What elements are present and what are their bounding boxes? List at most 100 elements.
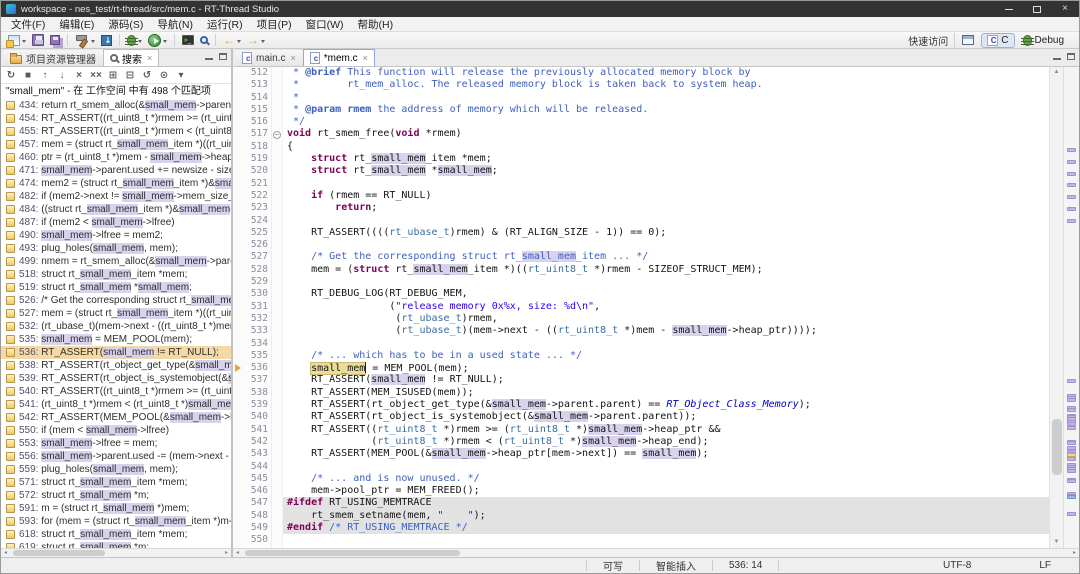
search-result-row[interactable]: 539: RT_ASSERT(rt_object_is_systemobject… (1, 372, 231, 385)
c-perspective-button[interactable]: C (981, 33, 1014, 48)
navigate-back-button[interactable]: ← (221, 32, 243, 48)
rerun-search-icon[interactable]: ↻ (3, 70, 19, 81)
occurrence-marker[interactable] (1067, 379, 1076, 383)
code-line[interactable]: RT_ASSERT(rt_object_get_type(&small_mem-… (283, 399, 1049, 411)
pin-view-icon[interactable]: ⊙ (156, 70, 172, 81)
close-tab-icon[interactable] (289, 53, 295, 64)
search-button[interactable] (198, 32, 210, 48)
code-line[interactable]: struct rt_small_mem_item *mem; (283, 153, 1049, 165)
occurrence-marker[interactable] (1067, 512, 1076, 516)
search-result-row[interactable]: 527: mem = (struct rt_small_mem_item *)(… (1, 307, 231, 320)
code-line[interactable]: RT_ASSERT(small_mem != RT_NULL); (283, 374, 1049, 386)
save-all-button[interactable] (48, 32, 62, 48)
search-result-row[interactable]: 540: RT_ASSERT((rt_uint8_t *)rmem >= (rt… (1, 385, 231, 398)
overview-ruler[interactable] (1063, 67, 1079, 548)
search-result-row[interactable]: 455: RT_ASSERT((rt_uint8_t *)rmem < (rt_… (1, 125, 231, 138)
search-result-row[interactable]: 542: RT_ASSERT(MEM_POOL(&small_mem->heap… (1, 411, 231, 424)
search-result-row[interactable]: 559: plug_holes(small_mem, mem); (1, 463, 231, 476)
search-result-row[interactable]: 482: if (mem2->next != small_mem->mem_si… (1, 190, 231, 203)
menu-item[interactable]: 导航(N) (150, 17, 200, 32)
search-horizontal-scrollbar[interactable]: ◂ ▸ (1, 548, 231, 557)
code-line[interactable] (283, 338, 1049, 350)
menu-item[interactable]: 源码(S) (101, 17, 150, 32)
remove-all-matches-icon[interactable]: ×× (88, 70, 104, 81)
code-line[interactable]: * (283, 92, 1049, 104)
code-line[interactable]: RT_DEBUG_LOG(RT_DEBUG_MEM, (283, 288, 1049, 300)
view-menu-icon[interactable]: ▾ (173, 70, 189, 81)
search-result-row[interactable]: 493: plug_holes(small_mem, mem); (1, 242, 231, 255)
search-result-row[interactable]: 538: RT_ASSERT(rt_object_get_type(&small… (1, 359, 231, 372)
code-line[interactable]: /* ... which has to be in a used state .… (283, 350, 1049, 362)
code-line[interactable]: (rt_ubase_t)(mem->next - ((rt_uint8_t *)… (283, 325, 1049, 337)
menu-item[interactable]: 窗口(W) (299, 17, 351, 32)
minimize-view-icon[interactable] (205, 58, 213, 60)
code-line[interactable]: { (283, 141, 1049, 153)
occurrence-marker[interactable] (1067, 172, 1076, 176)
code-line[interactable]: small_mem = MEM_POOL(mem); (283, 362, 1049, 374)
build-hammer-button[interactable] (73, 32, 97, 48)
line-number-ruler[interactable]: 5125135145155165175185195205215225235245… (245, 67, 272, 548)
code-line[interactable]: if (rmem == RT_NULL) (283, 190, 1049, 202)
save-button[interactable] (30, 32, 46, 48)
search-result-row[interactable]: 484: ((struct rt_small_mem_item *)&small… (1, 203, 231, 216)
current-match-marker[interactable] (1067, 453, 1076, 457)
code-line[interactable]: RT_ASSERT((((rt_ubase_t)rmem) & (RT_ALIG… (283, 227, 1049, 239)
search-result-row[interactable]: 490: small_mem->lfree = mem2; (1, 229, 231, 242)
close-tab-icon[interactable] (146, 53, 152, 64)
tab-mem-c[interactable]: *mem.c (303, 49, 375, 66)
code-line[interactable]: * @param rmem the address of memory whic… (283, 104, 1049, 116)
flash-download-button[interactable] (99, 32, 114, 48)
search-result-row[interactable]: 454: RT_ASSERT((rt_uint8_t *)rmem >= (rt… (1, 112, 231, 125)
occurrence-marker[interactable] (1067, 441, 1076, 445)
editor-horizontal-scrollbar[interactable]: ◂ ▸ (233, 548, 1079, 557)
vertical-scrollbar[interactable]: ▲ ▼ (1049, 67, 1063, 548)
tab-main-c[interactable]: main.c (235, 49, 303, 66)
minimize-editor-icon[interactable] (1053, 58, 1061, 60)
folding-ruler[interactable]: − (272, 67, 283, 548)
code-line[interactable]: (rt_ubase_t)rmem, (283, 313, 1049, 325)
occurrence-marker[interactable] (1067, 160, 1076, 164)
code-line[interactable]: rt_smem_setname(mem, " "); (283, 510, 1049, 522)
close-button[interactable]: × (1051, 1, 1079, 17)
code-line[interactable]: (rt_uint8_t *)rmem < (rt_uint8_t *)small… (283, 436, 1049, 448)
code-line[interactable] (283, 239, 1049, 251)
search-result-row[interactable]: 541: (rt_uint8_t *)rmem < (rt_uint8_t *)… (1, 398, 231, 411)
code-line[interactable] (283, 276, 1049, 288)
code-line[interactable]: void rt_smem_free(void *rmem) (283, 128, 1049, 140)
collapse-fold-icon[interactable]: − (273, 131, 281, 139)
tab-project-explorer[interactable]: 项目资源管理器 (3, 49, 103, 66)
code-line[interactable]: #endif /* RT_USING_MEMTRACE */ (283, 522, 1049, 534)
search-result-row[interactable]: 535: small_mem = MEM_POOL(mem); (1, 333, 231, 346)
code-line[interactable]: RT_ASSERT(rt_object_is_systemobject(&sma… (283, 411, 1049, 423)
debug-bug-button[interactable] (125, 32, 144, 48)
code-line[interactable] (283, 461, 1049, 473)
occurrence-marker[interactable] (1067, 469, 1076, 473)
occurrence-marker[interactable] (1067, 148, 1076, 152)
code-line[interactable]: RT_ASSERT(MEM_ISUSED(mem)); (283, 387, 1049, 399)
search-history-icon[interactable]: ↺ (139, 70, 155, 81)
code-line[interactable]: * @brief This function will release the … (283, 67, 1049, 79)
search-result-row[interactable]: 556: small_mem->parent.used -= (mem->nex… (1, 450, 231, 463)
occurrence-marker[interactable] (1067, 183, 1076, 187)
remove-match-icon[interactable]: × (71, 70, 87, 81)
search-result-row[interactable]: 434: return rt_smem_alloc(&small_mem->pa… (1, 99, 231, 112)
code-editor[interactable]: * @brief This function will release the … (283, 67, 1049, 548)
search-result-row[interactable]: 460: ptr = (rt_uint8_t *)mem - small_mem… (1, 151, 231, 164)
run-play-button[interactable] (146, 32, 169, 48)
code-line[interactable]: /* Get the corresponding struct rt_small… (283, 251, 1049, 263)
code-line[interactable] (283, 178, 1049, 190)
collapse-all-icon[interactable]: ⊟ (122, 70, 138, 81)
maximize-editor-icon[interactable] (1067, 53, 1075, 60)
search-result-row[interactable]: 536: RT_ASSERT(small_mem != RT_NULL); (1, 346, 231, 359)
search-result-row[interactable]: 532: (rt_ubase_t)(mem->next - ((rt_uint8… (1, 320, 231, 333)
code-line[interactable]: */ (283, 116, 1049, 128)
occurrence-marker[interactable] (1067, 219, 1076, 223)
quick-access[interactable]: 快速访问 (908, 33, 955, 48)
menu-item[interactable]: 帮助(H) (350, 17, 400, 32)
search-result-row[interactable]: 487: if (mem2 < small_mem->lfree) (1, 216, 231, 229)
occurrence-marker[interactable] (1067, 195, 1076, 199)
code-line[interactable]: RT_ASSERT((rt_uint8_t *)rmem >= (rt_uint… (283, 424, 1049, 436)
search-result-row[interactable]: 471: small_mem->parent.used += newsize -… (1, 164, 231, 177)
close-tab-icon[interactable] (362, 53, 368, 64)
search-result-list[interactable]: 434: return rt_smem_alloc(&small_mem->pa… (1, 99, 231, 548)
